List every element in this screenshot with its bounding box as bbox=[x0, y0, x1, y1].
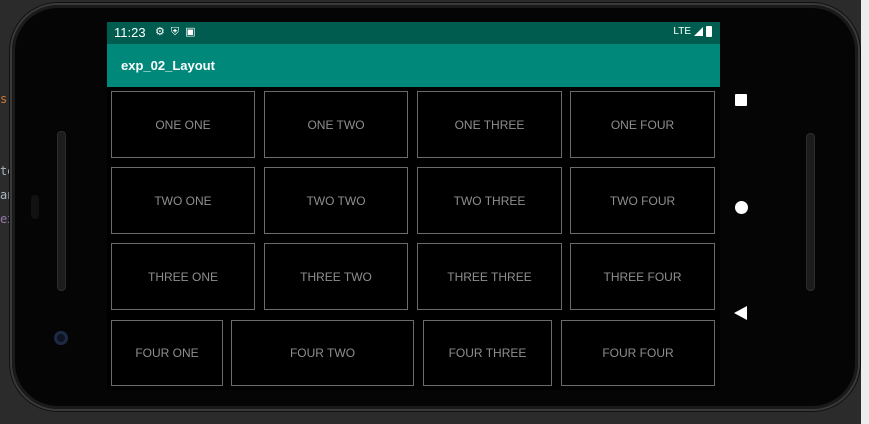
grid-cell[interactable]: ONE THREE bbox=[417, 91, 562, 158]
grid-cell[interactable]: ONE TWO bbox=[264, 91, 408, 158]
front-camera bbox=[54, 331, 68, 345]
back-icon[interactable] bbox=[734, 306, 747, 320]
grid-cell[interactable]: FOUR THREE bbox=[423, 320, 552, 386]
grid-cell[interactable]: TWO TWO bbox=[264, 167, 408, 234]
proximity-sensor bbox=[31, 195, 39, 219]
network-type: LTE bbox=[673, 26, 691, 37]
app-toolbar: exp_02_Layout bbox=[107, 44, 720, 87]
ide-code-fragment: s bbox=[0, 92, 8, 106]
status-time: 11:23 bbox=[114, 25, 146, 40]
grid-cell[interactable]: THREE FOUR bbox=[570, 243, 715, 310]
grid-cell[interactable]: FOUR FOUR bbox=[561, 320, 715, 386]
status-notification-icons: ⚙⛨▣ bbox=[155, 25, 202, 39]
grid-cell[interactable]: TWO THREE bbox=[417, 167, 562, 234]
grid-cell[interactable]: THREE TWO bbox=[264, 243, 408, 310]
battery-icon bbox=[706, 26, 712, 37]
grid-cell[interactable]: ONE FOUR bbox=[570, 91, 715, 158]
recents-icon[interactable] bbox=[735, 94, 747, 106]
speaker-grille bbox=[57, 131, 66, 291]
grid-cell[interactable]: FOUR ONE bbox=[111, 320, 223, 386]
ide-right-edge bbox=[861, 0, 869, 424]
gear-icon: ⚙ bbox=[155, 26, 171, 38]
app-title: exp_02_Layout bbox=[121, 58, 215, 73]
status-bar: 11:23 ⚙⛨▣ LTE bbox=[107, 22, 720, 44]
speaker-grille bbox=[806, 133, 815, 291]
home-icon[interactable] bbox=[735, 201, 748, 214]
grid-cell[interactable]: ONE ONE bbox=[111, 91, 255, 158]
grid-cell[interactable]: TWO FOUR bbox=[570, 167, 715, 234]
a-icon: ▣ bbox=[185, 26, 202, 38]
grid-cell[interactable]: THREE THREE bbox=[417, 243, 562, 310]
grid-cell[interactable]: THREE ONE bbox=[111, 243, 255, 310]
device-screen: 11:23 ⚙⛨▣ LTE exp_02_Layout ONE ONE ONE … bbox=[107, 22, 720, 390]
shield-icon: ⛨ bbox=[170, 26, 186, 38]
grid-cell[interactable]: TWO ONE bbox=[111, 167, 255, 234]
signal-icon bbox=[694, 27, 703, 36]
grid-cell[interactable]: FOUR TWO bbox=[231, 320, 414, 386]
status-system-icons: LTE bbox=[673, 26, 712, 37]
